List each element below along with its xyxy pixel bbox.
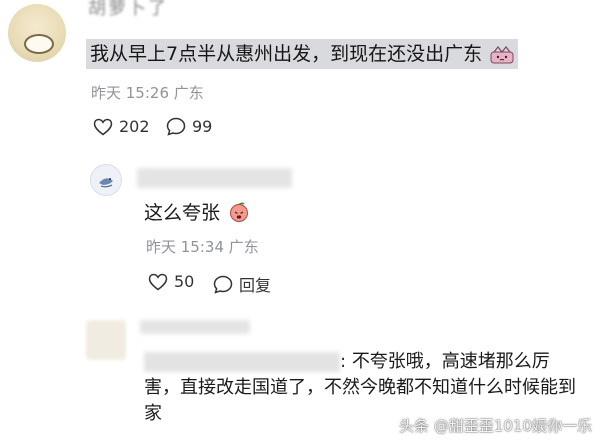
comment-author-name[interactable]: 胡萝卜了 (88, 0, 168, 20)
comment-meta: 昨天 15:26 广东 (91, 82, 204, 103)
comment-body: 我从早上7点半从惠州出发，到现在还没出广东 (86, 39, 519, 69)
tired-face-emoji-icon (490, 43, 514, 63)
reply-1-avatar[interactable] (90, 164, 122, 196)
comment-body-text: 我从早上7点半从惠州出发，到现在还没出广东 (90, 43, 483, 65)
comment-location: 广东 (173, 84, 204, 102)
comment-avatar[interactable] (8, 4, 66, 62)
reply-1-reply-label: 回复 (239, 276, 272, 295)
reply-1-body-text: 这么夸张 (144, 202, 221, 224)
comment-reply-button[interactable]: 99 (166, 117, 212, 136)
avatar-illustration (99, 178, 113, 188)
peach-face-emoji-icon (228, 201, 250, 223)
reply-2-author-name-blurred[interactable] (140, 320, 250, 334)
reply-1-body: 这么夸张 (144, 200, 250, 226)
reply-2-separator: : (340, 351, 347, 372)
reply-1-like-count: 50 (174, 272, 195, 291)
comment-timestamp: 昨天 15:26 (91, 84, 169, 102)
watermark: 头条 @甜歪歪1010娱你一乐 (399, 417, 592, 435)
comment-like-count: 202 (119, 117, 150, 136)
comment-like-button[interactable]: 202 (93, 117, 150, 136)
speech-bubble-icon (166, 117, 186, 136)
reply-1-meta: 昨天 15:34 广东 (146, 236, 259, 257)
reply-2-avatar-blurred[interactable] (86, 320, 126, 360)
avatar-face (24, 34, 54, 54)
comment-reply-count: 99 (192, 117, 213, 136)
heart-icon (93, 118, 113, 135)
reply-1-like-button[interactable]: 50 (148, 272, 194, 291)
reply-1-timestamp: 昨天 15:34 (146, 238, 224, 256)
reply-1-location: 广东 (228, 238, 259, 256)
heart-icon (148, 273, 168, 290)
reply-1-reply-button[interactable]: 回复 (213, 272, 271, 296)
reply-2-mention-blurred (144, 352, 340, 372)
speech-bubble-icon (213, 275, 233, 294)
reply-1-author-name-blurred[interactable] (137, 168, 292, 188)
